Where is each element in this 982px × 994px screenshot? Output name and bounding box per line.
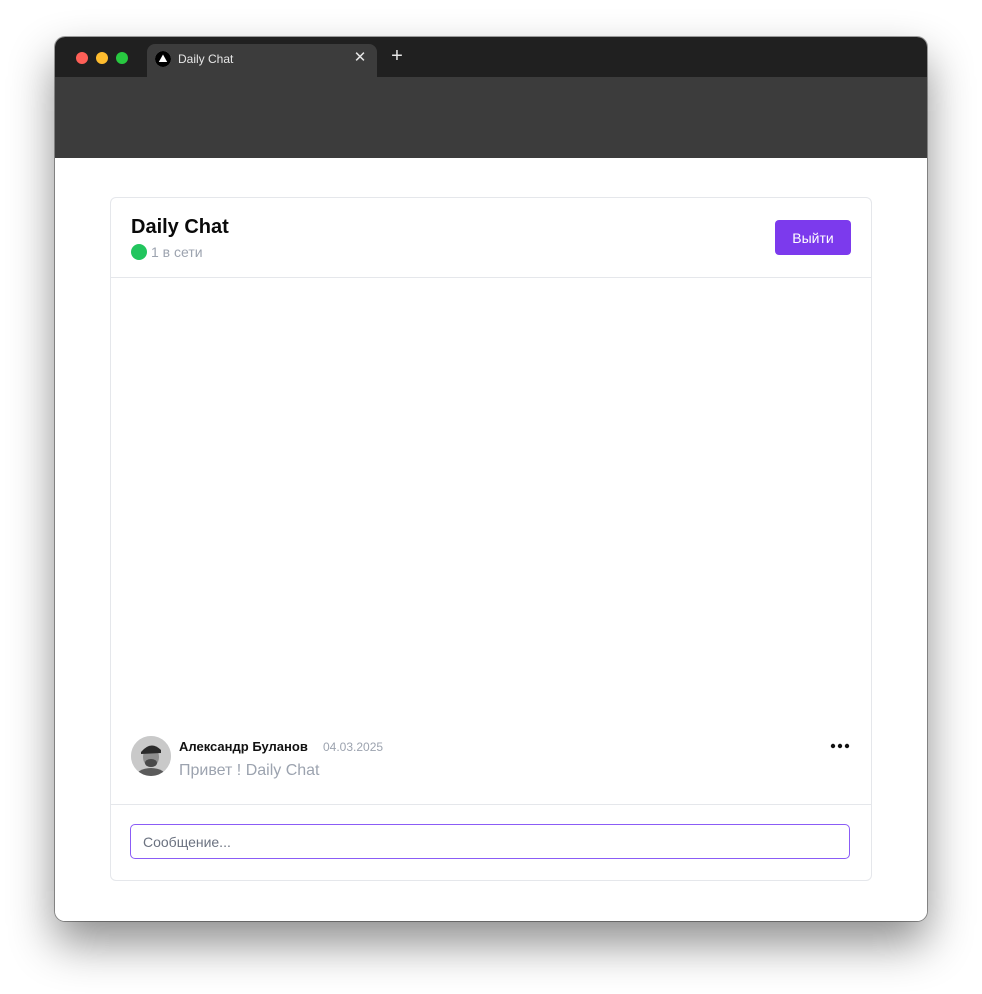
online-count: 1 в сети bbox=[151, 244, 203, 260]
maximize-window-button[interactable] bbox=[116, 52, 128, 64]
chat-title: Daily Chat bbox=[131, 216, 229, 238]
page-content: Daily Chat 1 в сети Выйти Александр Була… bbox=[55, 158, 927, 921]
avatar[interactable] bbox=[131, 736, 171, 776]
list-item: Александр Буланов 04.03.2025 Привет ! Da… bbox=[131, 736, 851, 786]
minimize-window-button[interactable] bbox=[96, 52, 108, 64]
message-text: Привет ! Daily Chat bbox=[179, 762, 320, 779]
tab-bar: Daily Chat ✕ + bbox=[55, 37, 927, 77]
tab-daily-chat[interactable]: Daily Chat ✕ bbox=[147, 44, 377, 77]
message-input[interactable] bbox=[130, 824, 850, 859]
online-status-icon bbox=[131, 244, 147, 260]
browser-window: Daily Chat ✕ + Daily Chat 1 в сети Выйти bbox=[55, 37, 927, 921]
more-options-icon[interactable] bbox=[829, 738, 851, 754]
message-list[interactable]: Александр Буланов 04.03.2025 Привет ! Da… bbox=[111, 278, 871, 804]
message-author: Александр Буланов bbox=[179, 739, 308, 754]
message-date: 04.03.2025 bbox=[323, 740, 384, 754]
chat-header: Daily Chat 1 в сети Выйти bbox=[111, 198, 871, 278]
new-tab-button[interactable]: + bbox=[387, 46, 407, 66]
tab-close-icon[interactable]: ✕ bbox=[351, 49, 369, 67]
close-window-button[interactable] bbox=[76, 52, 88, 64]
browser-toolbar bbox=[55, 77, 927, 158]
composer bbox=[111, 804, 871, 881]
triangle-logo-icon bbox=[155, 51, 171, 67]
chat-card: Daily Chat 1 в сети Выйти Александр Була… bbox=[110, 197, 872, 881]
logout-button[interactable]: Выйти bbox=[775, 220, 851, 255]
tab-title: Daily Chat bbox=[178, 52, 234, 66]
